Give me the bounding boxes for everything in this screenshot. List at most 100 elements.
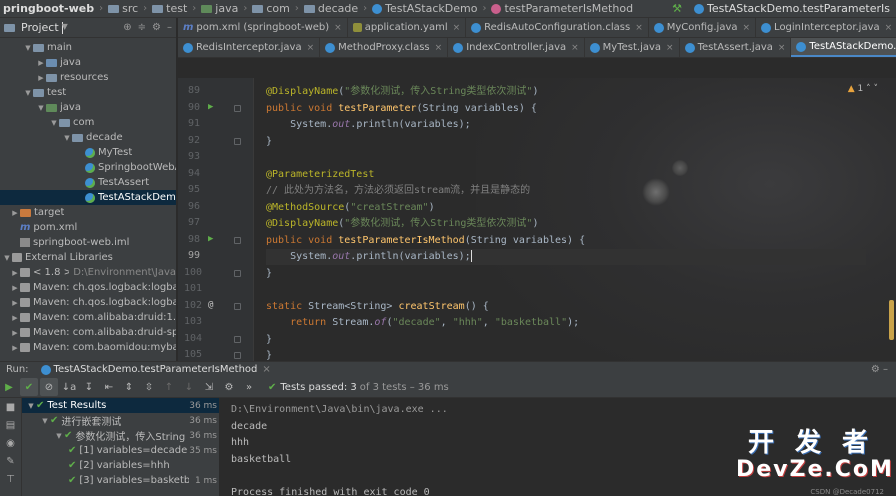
camera-icon[interactable]: ◉ [0, 434, 21, 452]
run-tab[interactable]: TestAStackDemo.testParameterIsMethod × [35, 364, 277, 375]
test-result-row[interactable]: ▼ ✔ Test Results 36 ms [22, 398, 219, 413]
breadcrumb-item[interactable]: testParameterIsMethod [488, 2, 636, 15]
run-test-icon[interactable]: ▶ [208, 234, 213, 244]
project-tree-item[interactable]: ▶ Maven: com.alibaba:druid:1.1.17 [0, 310, 176, 325]
code-line[interactable]: @DisplayName("参数化测试，传入String类型依次测试") [266, 216, 866, 232]
more-icon[interactable]: » [240, 378, 258, 396]
project-tree-item[interactable]: ▼ com [0, 115, 176, 130]
code-line[interactable]: @ParameterizedTest [266, 167, 866, 183]
run-test-icon[interactable]: ▶ [208, 102, 213, 112]
editor-tab[interactable]: m pom.xml (springboot-web) × [178, 18, 348, 37]
chevron-right-icon[interactable]: ▶ [36, 74, 46, 82]
rerun-icon[interactable]: ▶ [0, 378, 18, 396]
editor-tab[interactable]: LoginInterceptor.java × [756, 18, 896, 37]
project-tree-item[interactable]: ▶ Maven: ch.qos.logback:logback-c [0, 280, 176, 295]
editor-tab[interactable]: MyTest.java × [585, 38, 680, 57]
close-icon[interactable]: × [307, 43, 315, 53]
project-panel-header[interactable]: Project ▼ ⊕ ≑ ⚙ – [0, 18, 176, 38]
code-line[interactable]: @MethodSource("creatStream") [266, 200, 866, 216]
editor-tab[interactable]: TestAssert.java × [680, 38, 792, 57]
test-result-row[interactable]: ✔ [1] variables=decade 35 ms [22, 443, 219, 458]
previous-failed-icon[interactable]: ↑ [160, 378, 178, 396]
chevron-right-icon[interactable]: ▶ [10, 329, 20, 337]
editor-tab[interactable]: MyConfig.java × [649, 18, 757, 37]
project-tree-item[interactable]: MyTest [0, 145, 176, 160]
editor-tab[interactable]: IndexController.java × [448, 38, 585, 57]
chevron-right-icon[interactable]: ▶ [10, 284, 20, 292]
show-ignored-icon[interactable]: ⊘ [40, 378, 58, 396]
gear-icon[interactable]: ⚙ [152, 22, 161, 33]
breadcrumb-item[interactable]: pringboot-web [0, 2, 97, 15]
sort-duration-icon[interactable]: ↧ [80, 378, 98, 396]
editor-tab[interactable]: RedisAutoConfiguration.class × [466, 18, 649, 37]
project-tree-item[interactable]: TestAssert [0, 175, 176, 190]
import-tests-icon[interactable]: ⇤ [100, 378, 118, 396]
project-tree-item[interactable]: ▼ java [0, 100, 176, 115]
wrench-icon[interactable]: ✎ [0, 452, 21, 470]
chevron-down-icon[interactable]: ˅ [874, 84, 879, 94]
run-config-selector[interactable]: TestAStackDemo.testParameterIs [688, 2, 896, 15]
breadcrumb-item[interactable]: java [198, 2, 241, 15]
close-icon[interactable]: × [571, 43, 579, 53]
chevron-down-icon[interactable]: ▼ [40, 417, 50, 425]
project-tree-item[interactable]: ▶ Maven: ch.qos.logback:logback-c [0, 295, 176, 310]
layout-icon[interactable]: ▤ [0, 416, 21, 434]
fold-icon[interactable] [234, 137, 241, 145]
project-tree-item[interactable]: ▼ External Libraries [0, 250, 176, 265]
stop-icon[interactable]: ■ [0, 398, 21, 416]
code-line[interactable]: System.out.println(variables); [266, 117, 866, 133]
chevron-down-icon[interactable]: ▼ [2, 254, 12, 262]
chevron-down-icon[interactable]: ▼ [23, 44, 33, 52]
editor-tab[interactable]: RedisInterceptor.java × [178, 38, 321, 57]
project-tree-item[interactable]: ▶ Maven: com.alibaba:druid-spring- [0, 325, 176, 340]
editor-tab[interactable]: MethodProxy.class × [320, 38, 449, 57]
locate-icon[interactable]: ⊕ [123, 22, 131, 33]
project-tree-item[interactable]: ▶ target [0, 205, 176, 220]
fold-icon[interactable] [234, 269, 241, 277]
chevron-right-icon[interactable]: ▶ [10, 344, 20, 352]
fold-icon[interactable] [234, 352, 241, 359]
close-icon[interactable]: × [334, 23, 342, 33]
project-tree-item[interactable]: ▶ < 1.8 > D:\Environment\Java [0, 265, 176, 280]
code-line[interactable]: static Stream<String> creatStream() { [266, 299, 866, 315]
close-icon[interactable]: × [666, 43, 674, 53]
chevron-down-icon[interactable]: ▼ [62, 134, 72, 142]
project-tree-item[interactable]: m pom.xml [0, 220, 176, 235]
code-line[interactable]: } [266, 348, 866, 361]
fold-icon[interactable] [234, 236, 241, 244]
project-tree-item[interactable]: springboot-web.iml [0, 235, 176, 250]
close-icon[interactable]: × [778, 43, 786, 53]
chevron-down-icon[interactable]: ▼ [23, 89, 33, 97]
collapse-all-icon[interactable]: ⇳ [140, 378, 158, 396]
close-icon[interactable]: × [453, 23, 461, 33]
gear-icon[interactable]: ⚙ – [871, 364, 896, 375]
code-line[interactable]: return Stream.of("decade", "hhh", "baske… [266, 315, 866, 331]
project-tree-item[interactable]: ▼ test [0, 85, 176, 100]
inspection-widget[interactable]: ▲ 1 ˄ ˅ [848, 84, 878, 94]
project-tree-item[interactable]: ▼ main [0, 40, 176, 55]
code-line[interactable]: public void testParameter(String variabl… [266, 101, 866, 117]
chevron-right-icon[interactable]: ▶ [36, 59, 46, 67]
test-result-row[interactable]: ✔[3] variables=basketball 1 ms [22, 473, 219, 488]
chevron-down-icon[interactable]: ▼ [49, 119, 59, 127]
test-result-row[interactable]: ✔ [2] variables=hhh [22, 458, 219, 473]
editor-tab[interactable]: application.yaml × [348, 18, 467, 37]
editor-scrollbar[interactable] [889, 300, 894, 340]
editor-tab[interactable]: TestAStackDemo.java× [791, 38, 896, 57]
chevron-right-icon[interactable]: ▶ [10, 269, 20, 277]
chevron-down-icon[interactable]: ▼ [54, 432, 64, 440]
export-icon[interactable]: ⇲ [200, 378, 218, 396]
project-tree-item[interactable]: ▶ resources [0, 70, 176, 85]
settings-icon[interactable]: ⚙ [220, 378, 238, 396]
test-result-row[interactable]: ▼✔参数化测试，传入String类型36 ms [22, 428, 219, 443]
fold-icon[interactable] [234, 302, 241, 310]
close-icon[interactable]: × [885, 23, 893, 33]
hammer-icon[interactable]: ⚒ [666, 2, 688, 15]
code-line[interactable] [266, 150, 866, 166]
fold-icon[interactable] [234, 335, 241, 343]
chevron-right-icon[interactable]: ▶ [10, 209, 20, 217]
close-icon[interactable]: × [262, 364, 270, 375]
fold-icon[interactable] [234, 104, 241, 112]
sort-alpha-icon[interactable]: ↓a [60, 378, 78, 396]
project-tree-item[interactable]: ▶ Maven: com.baomidou:mybatis-p [0, 340, 176, 355]
